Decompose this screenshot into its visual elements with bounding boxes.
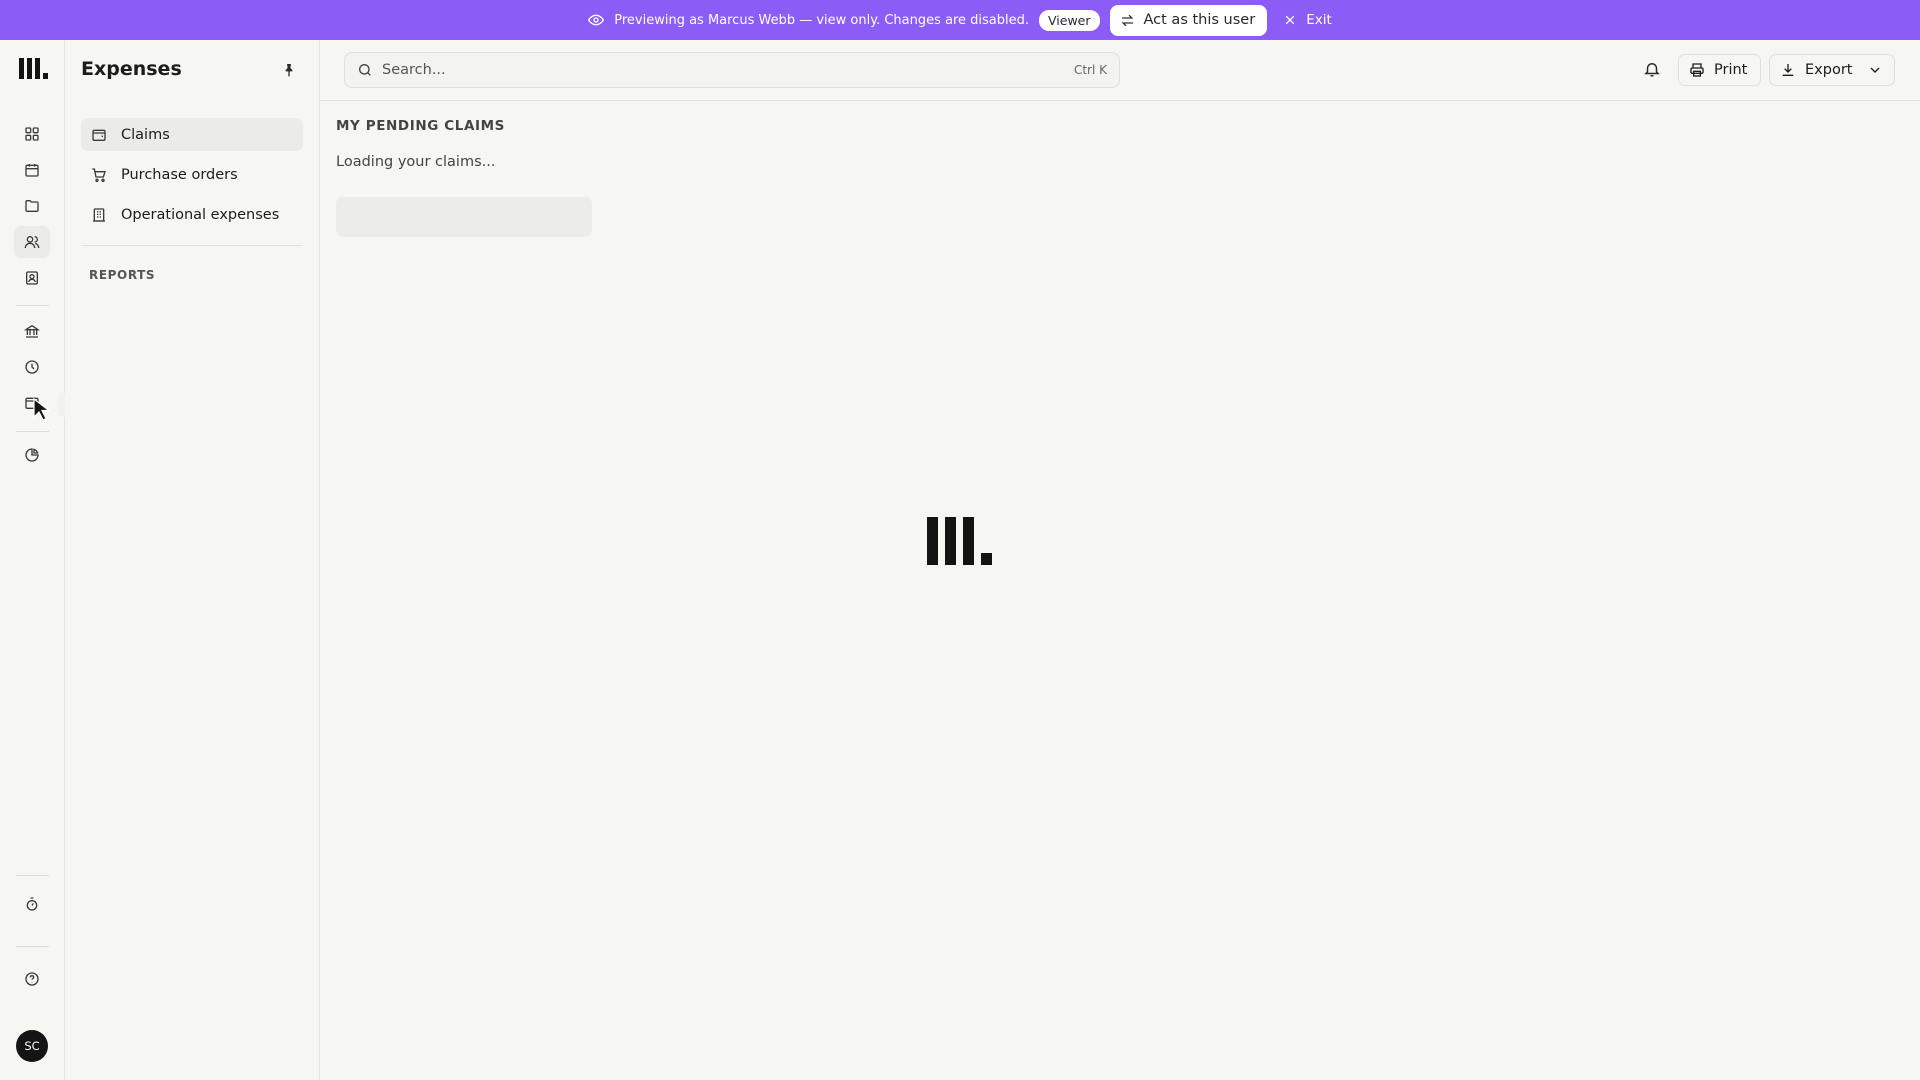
mouse-cursor-icon [33, 398, 51, 421]
printer-icon [1690, 63, 1704, 77]
eye-icon [588, 12, 605, 28]
folder-icon[interactable] [14, 190, 50, 222]
search-input[interactable] [382, 62, 1074, 78]
avatar[interactable]: SC [16, 1030, 48, 1062]
building-icon [93, 207, 105, 222]
act-as-user-label: Act as this user [1143, 12, 1256, 28]
page-title: MY PENDING CLAIMS [336, 118, 505, 134]
contacts-icon[interactable] [14, 262, 50, 294]
sidebar-item-operational-expenses[interactable]: Operational expenses [81, 198, 303, 231]
pie-chart-icon[interactable] [14, 439, 50, 471]
swap-icon [1121, 14, 1133, 26]
print-label: Print [1714, 62, 1748, 78]
search-shortcut: Ctrl K [1073, 63, 1107, 77]
role-badge: Viewer [1039, 9, 1100, 31]
pin-icon[interactable] [281, 62, 297, 78]
bank-icon[interactable] [14, 315, 50, 347]
exit-preview-button[interactable]: Exit [1283, 12, 1332, 28]
loading-logo [927, 517, 993, 569]
help-icon[interactable] [14, 963, 50, 995]
search-box[interactable]: Ctrl K [344, 52, 1120, 88]
sidebar-item-claims[interactable]: Claims [81, 118, 303, 151]
wallet-icon [92, 129, 106, 141]
search-icon [359, 63, 371, 76]
sidebar-item-label: Claims [121, 126, 170, 143]
rail-divider [16, 305, 49, 306]
rail-divider [16, 875, 49, 876]
chevron-down-icon [1870, 67, 1880, 73]
print-button[interactable]: Print [1678, 54, 1761, 86]
app-logo[interactable] [19, 58, 49, 84]
sidebar-item-purchase-orders[interactable]: Purchase orders [81, 158, 303, 191]
rail-divider [16, 431, 49, 432]
exit-label: Exit [1306, 12, 1332, 28]
timer-icon[interactable] [14, 888, 50, 920]
preview-message: Previewing as Marcus Webb — view only. C… [614, 12, 1029, 28]
download-icon [1782, 64, 1794, 76]
top-bar: Ctrl K Print Export [320, 40, 1920, 101]
bell-icon[interactable] [1643, 60, 1661, 78]
sidebar-item-label: Purchase orders [121, 166, 238, 183]
act-as-user-button[interactable]: Act as this user [1109, 4, 1268, 36]
clock-icon[interactable] [14, 351, 50, 383]
reports-section-label: REPORTS [89, 268, 156, 282]
loading-skeleton [336, 197, 592, 237]
cart-icon [92, 167, 106, 182]
loading-message: Loading your claims... [336, 154, 496, 170]
export-button[interactable]: Export [1769, 54, 1895, 86]
people-icon[interactable] [14, 226, 50, 258]
app-rail: SC [0, 40, 65, 1080]
dashboard-icon[interactable] [14, 118, 50, 150]
sidebar-divider [81, 245, 303, 246]
export-label: Export [1805, 62, 1853, 78]
close-icon [1286, 15, 1295, 25]
calendar-icon[interactable] [14, 154, 50, 186]
preview-banner: Previewing as Marcus Webb — view only. C… [0, 0, 1920, 40]
rail-divider [16, 946, 49, 947]
sidebar-item-label: Operational expenses [121, 206, 280, 223]
expenses-sidebar: Expenses Claims Purchase orders Operatio… [65, 40, 320, 1080]
sidebar-title: Expenses [81, 58, 182, 80]
